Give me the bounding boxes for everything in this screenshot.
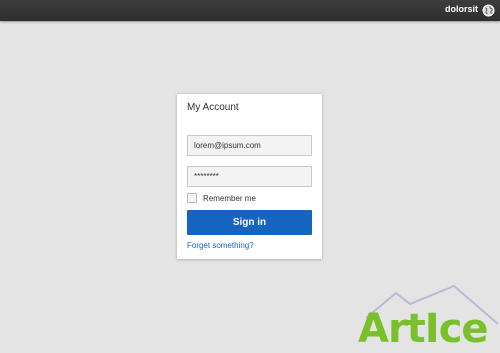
username-label[interactable]: dolorsit (445, 4, 478, 14)
card-title: My Account (187, 102, 239, 113)
globe-icon[interactable] (482, 4, 495, 17)
remember-me-option[interactable]: Remember me (187, 193, 256, 203)
email-field[interactable] (187, 135, 312, 156)
remember-me-label: Remember me (203, 193, 256, 203)
artice-watermark-logo: ArtIce (358, 284, 499, 352)
top-bar: dolorsit (0, 0, 500, 21)
forgot-something-link[interactable]: Forget something? (187, 241, 254, 250)
login-card: My Account Remember me Sign in Forget so… (177, 94, 322, 259)
password-field[interactable] (187, 166, 312, 187)
watermark-text: ArtIce (358, 306, 488, 352)
sign-in-button[interactable]: Sign in (187, 210, 312, 235)
remember-me-checkbox[interactable] (187, 193, 197, 203)
